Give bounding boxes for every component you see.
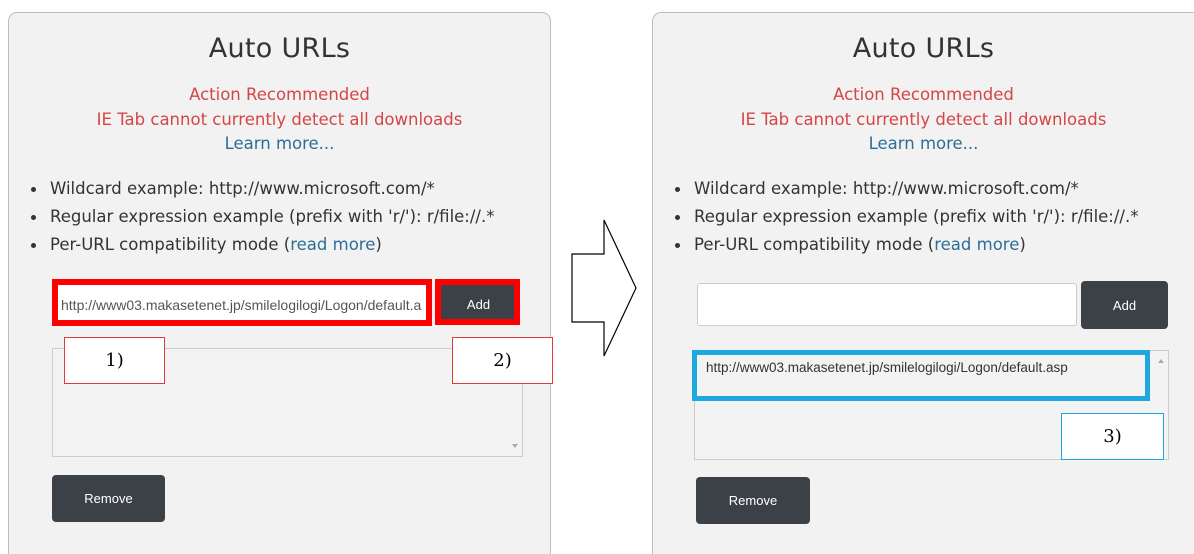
step-label-3: 3) (1061, 413, 1164, 460)
tip-compat-mode: Per-URL compatibility mode (read more) (30, 234, 494, 262)
add-button[interactable]: Add (440, 284, 517, 325)
auto-urls-panel-after: Auto URLs Action Recommended IE Tab cann… (652, 12, 1194, 554)
warning-message: IE Tab cannot currently detect all downl… (96, 110, 463, 129)
tip-regex: Regular expression example (prefix with … (30, 206, 494, 234)
tip-compat-suffix: ) (375, 235, 382, 254)
read-more-link[interactable]: read more (934, 235, 1019, 254)
url-input[interactable] (697, 283, 1077, 326)
tip-compat-prefix: Per-URL compatibility mode ( (50, 235, 291, 254)
tip-regex: Regular expression example (prefix with … (674, 206, 1138, 234)
panel-title: Auto URLs (208, 33, 351, 64)
tip-compat-mode: Per-URL compatibility mode (read more) (674, 234, 1138, 262)
tip-compat-suffix: ) (1019, 235, 1026, 254)
learn-more-link[interactable]: Learn more... (653, 134, 1194, 153)
warning-heading: Action Recommended (833, 85, 1014, 104)
step-label-2: 2) (452, 337, 553, 384)
warning-heading: Action Recommended (189, 85, 370, 104)
panel-title: Auto URLs (852, 33, 995, 64)
right-arrow-icon (571, 219, 637, 357)
remove-button[interactable]: Remove (696, 477, 810, 524)
add-button[interactable]: Add (1081, 281, 1168, 329)
scroll-up-icon[interactable] (1158, 359, 1164, 363)
tips-list: Wildcard example: http://www.microsoft.c… (674, 178, 1138, 262)
read-more-link[interactable]: read more (290, 235, 375, 254)
tip-compat-prefix: Per-URL compatibility mode ( (694, 235, 935, 254)
list-item[interactable]: http://www03.makasetenet.jp/smilelogilog… (706, 360, 1068, 375)
auto-urls-panel-before: Auto URLs Action Recommended IE Tab cann… (8, 12, 551, 554)
scroll-down-icon[interactable] (512, 444, 518, 448)
tips-list: Wildcard example: http://www.microsoft.c… (30, 178, 494, 262)
warning-message: IE Tab cannot currently detect all downl… (740, 110, 1107, 129)
step-label-1: 1) (64, 337, 165, 384)
tip-wildcard: Wildcard example: http://www.microsoft.c… (674, 178, 1138, 206)
learn-more-link[interactable]: Learn more... (9, 134, 550, 153)
remove-button[interactable]: Remove (52, 475, 165, 522)
tip-wildcard: Wildcard example: http://www.microsoft.c… (30, 178, 494, 206)
url-input[interactable] (54, 283, 429, 326)
